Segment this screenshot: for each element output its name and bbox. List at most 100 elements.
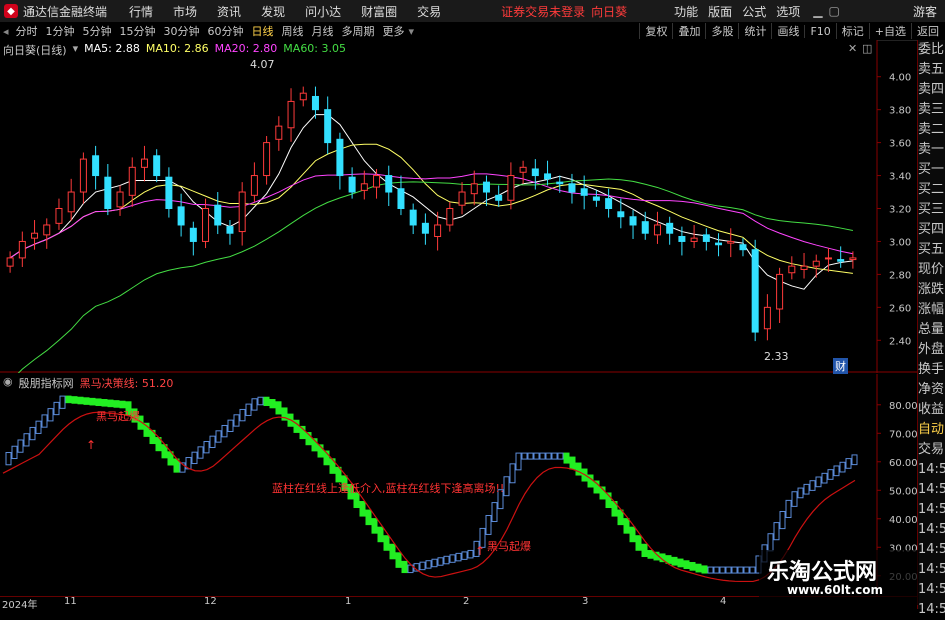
indicator-bar: [701, 565, 708, 574]
side-panel-item[interactable]: 买四: [918, 220, 945, 240]
side-panel-item[interactable]: 14:56: [918, 560, 945, 580]
price-chart-svg[interactable]: 4.00 3.80 3.60 3.40 3.20 3.00 2.80 2.60 2.40: [0, 40, 917, 382]
chart-expand-icon[interactable]: ◫: [862, 42, 872, 55]
y-tick-label: 2.40: [889, 336, 911, 347]
side-panel-item[interactable]: 换手: [918, 360, 945, 380]
menu-item-gongneng[interactable]: 功能: [669, 3, 703, 20]
fin-badge[interactable]: 财: [833, 358, 848, 374]
side-panel-item[interactable]: 涨跌: [918, 280, 945, 300]
side-panel-item[interactable]: 卖四: [918, 80, 945, 100]
low-price-label: 2.33: [764, 350, 789, 363]
candle-body: [470, 183, 478, 195]
tool-huaxian[interactable]: 画线: [771, 23, 804, 39]
annotation-start-1: 黑马起爆: [96, 410, 140, 423]
tab-15min[interactable]: 15分钟: [116, 23, 160, 39]
indicator-collapse-icon[interactable]: ◉: [3, 375, 13, 391]
tab-1min[interactable]: 1分钟: [42, 23, 79, 39]
side-panel-item[interactable]: 14:56: [918, 480, 945, 500]
candle-body: [434, 224, 442, 238]
side-panel-item[interactable]: 收益: [918, 400, 945, 420]
side-panel-item[interactable]: 现价: [918, 260, 945, 280]
side-panel-item[interactable]: 买三: [918, 200, 945, 220]
menu-item-jiaoyi[interactable]: 交易: [407, 3, 451, 20]
candle-body: [421, 222, 429, 234]
side-panel-item[interactable]: 自动: [918, 420, 945, 440]
indicator-bar: [401, 560, 408, 574]
maximize-icon[interactable]: ▢: [828, 4, 839, 18]
menu-item-zixun[interactable]: 资讯: [207, 3, 251, 20]
tab-monthly[interactable]: 月线: [308, 23, 338, 39]
watermark: 乐淘公式网 www.60lt.com: [759, 550, 919, 605]
tool-fuquan[interactable]: 复权: [639, 23, 672, 39]
side-panel-item[interactable]: 委比: [918, 40, 945, 60]
side-panel-item[interactable]: 卖五: [918, 60, 945, 80]
y-tick-label: 3.60: [889, 139, 911, 150]
side-panel-item[interactable]: 14:56: [918, 520, 945, 540]
tool-fanhui[interactable]: 返回: [911, 23, 945, 39]
y-tick-label: 50.00: [889, 486, 917, 497]
user-label[interactable]: 游客: [903, 3, 945, 20]
side-panel-item[interactable]: 净资: [918, 380, 945, 400]
side-panel-item[interactable]: 14:56: [918, 460, 945, 480]
tab-weekly[interactable]: 周线: [278, 23, 308, 39]
side-panel-item[interactable]: 外盘: [918, 340, 945, 360]
tab-30min[interactable]: 30分钟: [160, 23, 204, 39]
tool-diejia[interactable]: 叠加: [672, 23, 705, 39]
period-toolbar: ◂ 分时 1分钟 5分钟 15分钟 30分钟 60分钟 日线 周线 月线 多周期…: [0, 22, 945, 41]
menu-item-shichang[interactable]: 市场: [163, 3, 207, 20]
candle-body: [165, 176, 173, 209]
menu-item-xuanxiang[interactable]: 选项: [771, 3, 805, 20]
indicator-name[interactable]: 殷朋指标网: [19, 375, 74, 391]
menu-item-faxian[interactable]: 发现: [251, 3, 295, 20]
side-panel-item[interactable]: 交易: [918, 440, 945, 460]
side-panel-item[interactable]: 涨幅: [918, 300, 945, 320]
candle-body: [177, 206, 185, 226]
indicator-bar: [617, 509, 624, 526]
tool-tongji[interactable]: 统计: [738, 23, 771, 39]
side-panel-item[interactable]: 14:56: [918, 540, 945, 560]
indicator-bar: [107, 399, 114, 408]
indicator-bar: [71, 396, 78, 404]
indicator-bar: [695, 563, 702, 573]
side-panel-item[interactable]: 买五: [918, 240, 945, 260]
indicator-bar: [101, 399, 108, 407]
candle-body: [275, 125, 283, 140]
side-panel-item[interactable]: 买一: [918, 160, 945, 180]
candle-body: [800, 265, 808, 270]
side-panel-item[interactable]: 卖三: [918, 100, 945, 120]
menu-item-gongshi[interactable]: 公式: [737, 3, 771, 20]
tab-more[interactable]: 更多: [379, 23, 409, 39]
side-panel-item[interactable]: 买二: [918, 180, 945, 200]
price-chart[interactable]: 4.00 3.80 3.60 3.40 3.20 3.00 2.80 2.60 2.40 向日葵…: [0, 40, 917, 382]
tab-multi-period[interactable]: 多周期: [338, 23, 379, 39]
tool-duogu[interactable]: 多股: [705, 23, 738, 39]
tool-zixuan[interactable]: +自选: [868, 23, 911, 39]
left-arrow-icon[interactable]: ◂: [0, 25, 12, 38]
y-tick-label: 3.00: [889, 237, 911, 248]
menu-item-caifuquan[interactable]: 财富圈: [351, 3, 407, 20]
tab-60min[interactable]: 60分钟: [204, 23, 248, 39]
minimize-icon[interactable]: ▁: [813, 4, 822, 18]
side-panel-item[interactable]: 14:56: [918, 580, 945, 600]
side-panel-item[interactable]: 14:56: [918, 500, 945, 520]
tab-5min[interactable]: 5分钟: [79, 23, 116, 39]
indicator-bar: [629, 526, 636, 543]
menu-item-wenxiaoda[interactable]: 问小达: [295, 3, 351, 20]
side-panel-item[interactable]: 卖一: [918, 140, 945, 160]
chart-settings-icon[interactable]: ✕: [848, 42, 857, 55]
y-tick-label: 40.00: [889, 515, 917, 526]
candle-body: [458, 191, 466, 206]
menu-item-banmian[interactable]: 版面: [703, 3, 737, 20]
tool-biaoji[interactable]: 标记: [835, 23, 869, 39]
tool-f10[interactable]: F10: [804, 24, 835, 38]
collapse-icon[interactable]: ▾: [73, 42, 79, 58]
dropdown-icon[interactable]: ▾: [409, 25, 415, 38]
candle-body: [360, 183, 368, 191]
side-panel-item[interactable]: 总量: [918, 320, 945, 340]
trade-status[interactable]: 证券交易未登录: [491, 3, 589, 20]
side-panel-item[interactable]: 14:56: [918, 600, 945, 620]
side-panel-item[interactable]: 卖二: [918, 120, 945, 140]
menu-item-hangqing[interactable]: 行情: [119, 3, 163, 20]
tab-daily[interactable]: 日线: [248, 23, 278, 39]
tab-fenshi[interactable]: 分时: [12, 23, 42, 39]
